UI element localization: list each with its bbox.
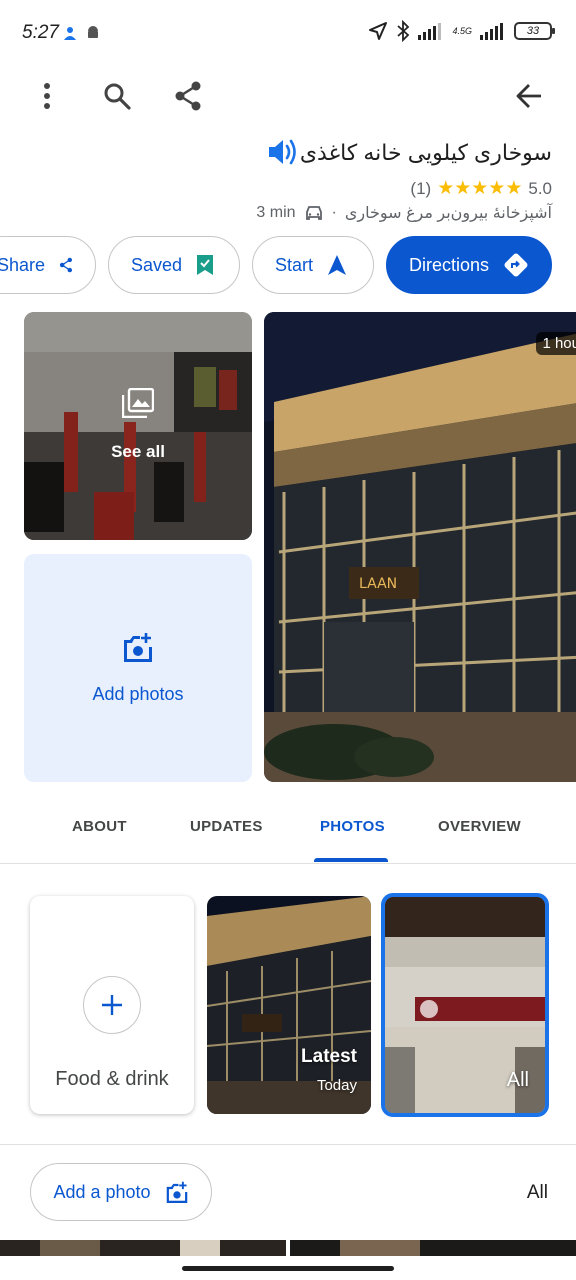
volume-icon: [269, 139, 296, 165]
navigation-arrow-icon: [328, 255, 347, 275]
add-a-photo-icon: [124, 632, 152, 662]
share-toolbar-button[interactable]: [166, 74, 210, 118]
photo-strip-preview: [0, 1240, 576, 1256]
filter-all[interactable]: All: [527, 1182, 548, 1204]
meta-row: 3 min · آشپزخانهٔ بیرون‌بر مرغ سوخاری: [256, 203, 552, 223]
place-title: سوخاری کیلویی خانه کاغذی: [299, 140, 552, 165]
arrow-back-icon: [516, 84, 541, 108]
add-photos-label: Add photos: [92, 683, 184, 704]
storefront-image: LAAN: [264, 312, 576, 782]
interior-photo: [24, 312, 252, 540]
active-tab-indicator: [314, 858, 388, 862]
tab-about[interactable]: ABOUT: [72, 818, 127, 835]
tab-bar: ABOUT UPDATES PHOTOS OVERVIEW: [0, 798, 576, 864]
star-rating: ★★★★★: [437, 178, 523, 199]
photo-time-badge: 1 hou: [536, 332, 576, 355]
tab-overview[interactable]: OVERVIEW: [438, 818, 521, 835]
add-photos-card[interactable]: Add photos: [24, 554, 252, 782]
start-chip-label: Start: [275, 254, 314, 275]
android-icon: [88, 26, 98, 38]
add-icon: [83, 976, 141, 1034]
car-icon: [305, 206, 322, 220]
food-drink-label: Food & drink: [55, 1068, 169, 1090]
back-button[interactable]: [507, 74, 551, 118]
status-bar: 5:27 4.5G 33: [0, 0, 576, 68]
photo-library-icon: [122, 388, 154, 418]
directions-icon: [504, 253, 528, 277]
location-arrow-icon: [369, 22, 388, 40]
bookmark-check-icon: [197, 255, 214, 275]
drive-time: 3 min: [256, 204, 296, 221]
place-category: آشپزخانهٔ بیرون‌بر مرغ سوخاری: [344, 205, 552, 222]
more-options-button[interactable]: [25, 74, 69, 118]
add-a-photo-button[interactable]: Add a photo: [30, 1163, 212, 1221]
top-toolbar: [0, 68, 576, 124]
saved-chip-label: Saved: [131, 254, 183, 275]
battery-indicator: 33: [514, 22, 555, 40]
person-icon: [64, 27, 76, 40]
start-chip[interactable]: Start: [252, 236, 374, 294]
search-button[interactable]: [95, 74, 139, 118]
pronunciation-button[interactable]: [266, 136, 302, 170]
category-food-drink[interactable]: Food & drink: [30, 896, 194, 1114]
svg-text:LAAN: LAAN: [359, 576, 397, 592]
signal-icon: [418, 23, 442, 40]
photo-strip-image: [0, 1240, 576, 1256]
see-all-photos-tile[interactable]: See all: [24, 312, 252, 540]
meta-separator: ·: [331, 204, 337, 221]
share-chip[interactable]: Share: [0, 236, 96, 294]
selected-category-frame: [381, 893, 549, 1117]
share-icon: [59, 257, 73, 273]
saved-chip[interactable]: Saved: [108, 236, 240, 294]
photo-grid: See all Add photos LAAN 1 hou: [0, 312, 576, 782]
latest-label: Latest: [301, 1046, 357, 1067]
share-chip-label: Share: [0, 254, 46, 275]
tab-photos[interactable]: PHOTOS: [320, 818, 385, 835]
status-time: 5:27: [22, 22, 59, 43]
more-vert-icon: [44, 83, 50, 109]
review-count: (1): [410, 178, 432, 198]
signal-2-icon: [480, 23, 503, 40]
search-icon: [104, 83, 131, 110]
add-a-photo-icon: [166, 1181, 187, 1203]
home-indicator: [182, 1266, 394, 1271]
tab-updates[interactable]: UPDATES: [190, 818, 263, 835]
latest-date: Today: [316, 1077, 357, 1094]
storefront-photo[interactable]: LAAN 1 hou: [264, 312, 576, 782]
directions-chip[interactable]: Directions: [386, 236, 552, 294]
add-a-photo-label: Add a photo: [53, 1181, 151, 1202]
rating-value: 5.0: [528, 178, 552, 198]
directions-chip-label: Directions: [409, 254, 490, 275]
bluetooth-icon: [397, 20, 410, 42]
section-divider: [0, 1144, 576, 1145]
network-type-label: 4.5G: [452, 25, 472, 36]
share-icon: [175, 81, 201, 111]
see-all-label: See all: [111, 442, 165, 461]
category-latest[interactable]: Latest Today: [207, 896, 371, 1114]
rating-row[interactable]: (1) ★★★★★ 5.0: [410, 177, 552, 200]
